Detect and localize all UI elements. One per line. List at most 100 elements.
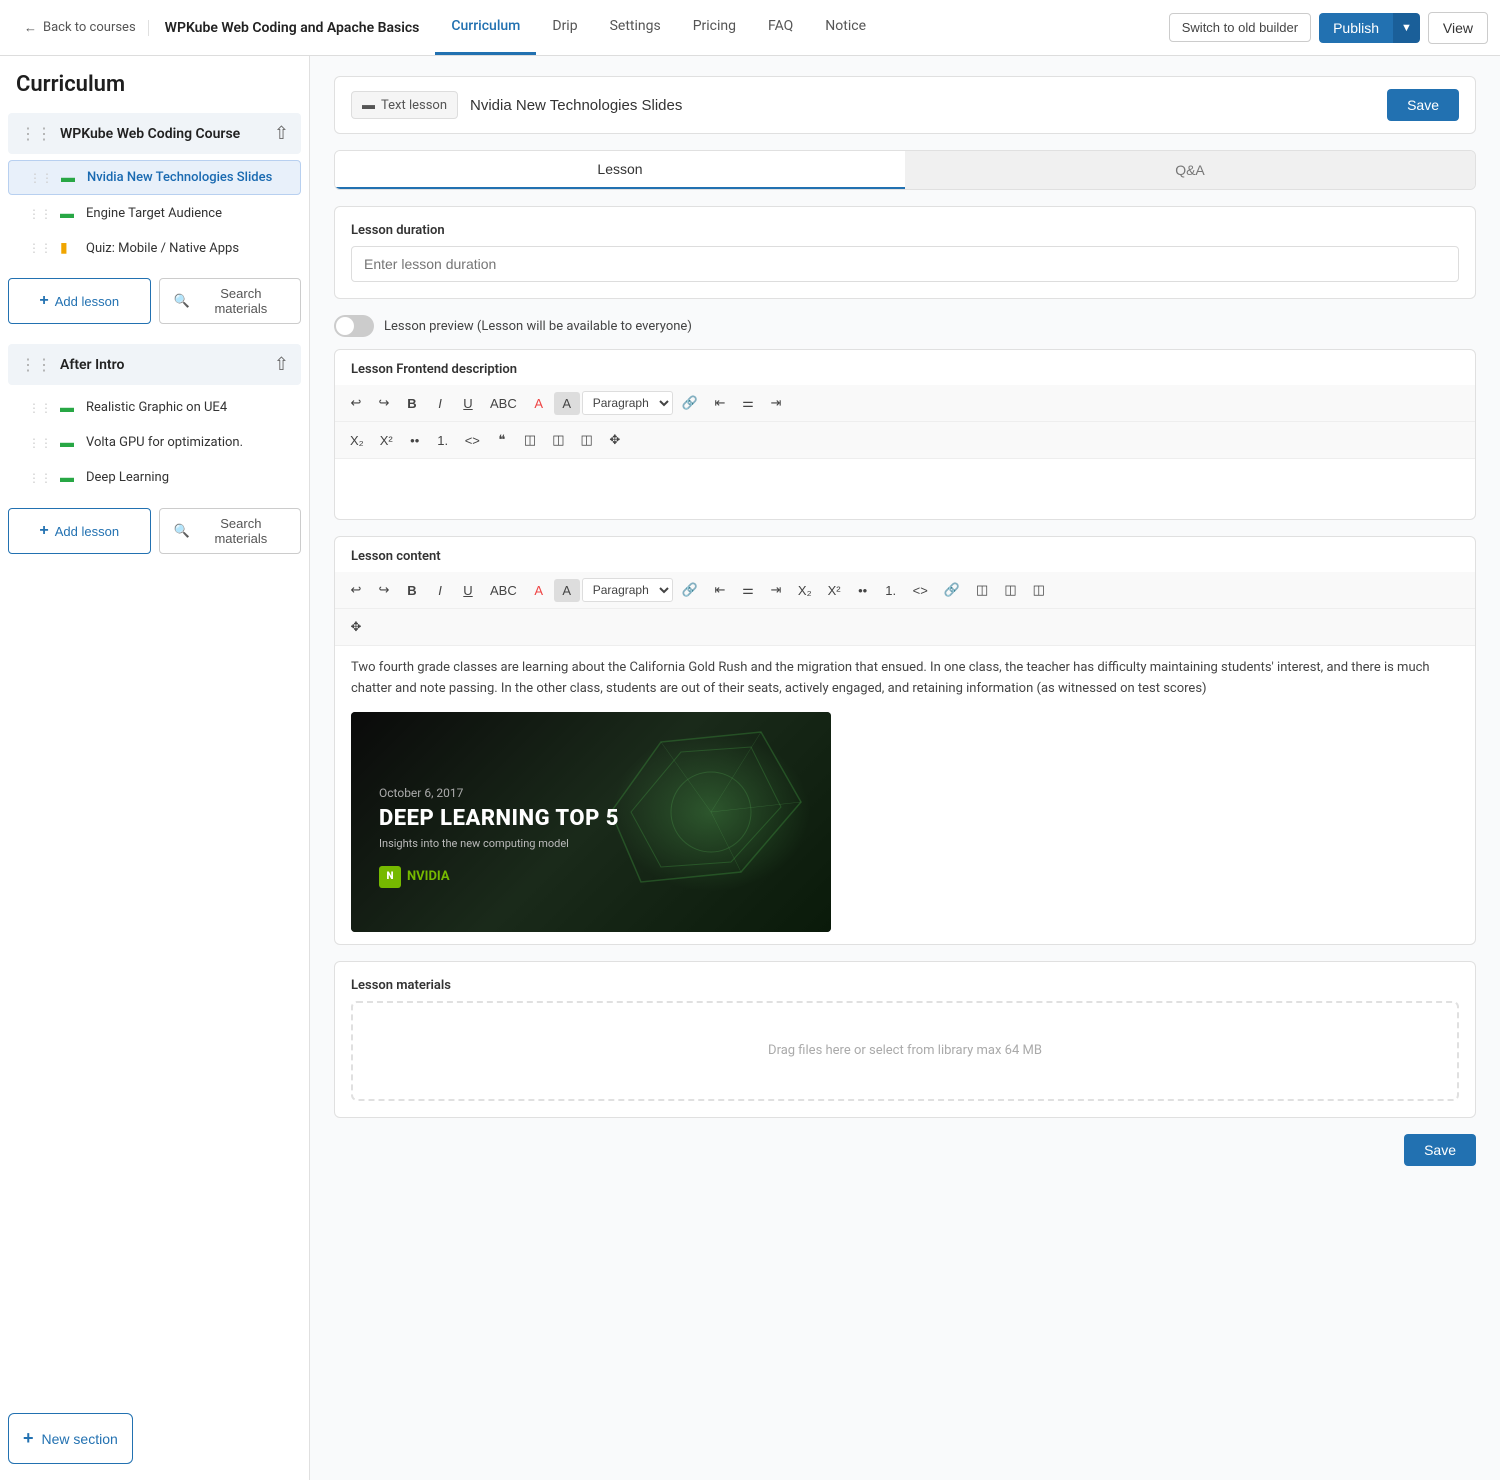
toolbar-ordered-list[interactable]: 1. [430,429,456,452]
add-lesson-label-1: Add lesson [55,294,119,309]
toolbar-code[interactable]: <> [458,429,487,452]
nvidia-slide-subtitle: Insights into the new computing model [379,837,803,850]
toolbar2-italic[interactable]: I [427,579,453,602]
preview-toggle[interactable] [334,315,374,337]
new-section-button[interactable]: + New section [8,1413,133,1464]
toolbar-highlight[interactable]: A [554,392,580,415]
view-button[interactable]: View [1428,12,1488,44]
lesson-item-quiz[interactable]: ⋮⋮ ▮ Quiz: Mobile / Native Apps [8,232,301,264]
tab-drip[interactable]: Drip [536,0,593,55]
nvidia-date: October 6, 2017 [379,786,803,800]
toolbar-image[interactable]: ◫ [574,428,600,452]
toolbar2-fullscreen[interactable]: ✥ [343,615,369,639]
tab-qa[interactable]: Q&A [905,151,1475,189]
toolbar-align-left[interactable]: ⇤ [707,391,733,415]
section-header-1[interactable]: ⋮⋮ WPKube Web Coding Course ⇧ [8,113,301,154]
save-button-bottom[interactable]: Save [1404,1134,1476,1166]
nav-right-actions: Switch to old builder Publish ▼ View [1169,12,1488,44]
search-materials-label-2: Search materials [196,516,286,546]
toolbar2-align-center[interactable]: ⚌ [735,578,761,602]
tab-lesson[interactable]: Lesson [335,151,905,189]
publish-dropdown-button[interactable]: ▼ [1393,13,1420,43]
toolbar2-link[interactable]: 🔗 [675,578,705,602]
toolbar2-underline[interactable]: U [455,579,481,602]
tab-curriculum[interactable]: Curriculum [435,0,536,55]
toolbar-underline[interactable]: U [455,392,481,415]
toolbar-italic[interactable]: I [427,392,453,415]
toolbar-align-right[interactable]: ⇥ [763,391,789,415]
toolbar-superscript[interactable]: X² [373,429,400,452]
switch-old-builder-button[interactable]: Switch to old builder [1169,13,1311,42]
toolbar2-redo[interactable]: ↪ [371,578,397,602]
section-1-title: WPKube Web Coding Course [60,126,240,142]
toolbar-font-color[interactable]: A [526,392,552,415]
search-materials-label-1: Search materials [196,286,286,316]
drag-handle-icon[interactable]: ⋮⋮ [20,124,52,143]
toolbar2-strikethrough[interactable]: ABC [483,579,524,602]
lesson-item-engine[interactable]: ⋮⋮ ▬ Engine Target Audience [8,197,301,230]
section-2-title: After Intro [60,357,124,373]
toolbar-media[interactable]: ◫ [545,428,571,452]
toolbar-blockquote[interactable]: ❝ [489,428,515,452]
toolbar-unordered-list[interactable]: •• [402,429,428,452]
tab-settings[interactable]: Settings [594,0,677,55]
duration-input[interactable] [351,246,1459,282]
toolbar2-code[interactable]: <> [906,579,935,602]
toolbar-redo[interactable]: ↪ [371,391,397,415]
toolbar-align-center[interactable]: ⚌ [735,391,761,415]
frontend-description-content[interactable] [335,459,1475,519]
toolbar2-font-color[interactable]: A [526,579,552,602]
save-button-top[interactable]: Save [1387,89,1459,121]
search-materials-button-2[interactable]: 🔍 Search materials [159,508,302,554]
toolbar-subscript[interactable]: X₂ [343,429,371,452]
lesson-item-volta[interactable]: ⋮⋮ ▬ Volta GPU for optimization. [8,426,301,459]
section-header-2[interactable]: ⋮⋮ After Intro ⇧ [8,344,301,385]
lesson-item-nvidia[interactable]: ⋮⋮ ▬ Nvidia New Technologies Slides [8,160,301,195]
toolbar2-bold[interactable]: B [399,579,425,602]
tab-notice[interactable]: Notice [809,0,882,55]
publish-button[interactable]: Publish [1319,13,1393,43]
toolbar-fullscreen[interactable]: ✥ [602,428,628,452]
tab-pricing[interactable]: Pricing [677,0,752,55]
lesson-type-badge[interactable]: ▬ Text lesson [351,91,458,119]
toolbar-strikethrough[interactable]: ABC [483,392,524,415]
toolbar2-superscript[interactable]: X² [821,579,848,602]
add-lesson-button-2[interactable]: + Add lesson [8,508,151,554]
text-lesson-icon: ▬ [60,205,78,222]
toolbar2-blockquote-link[interactable]: 🔗 [937,578,967,602]
toolbar-table[interactable]: ◫ [517,428,543,452]
toolbar2-paragraph-select[interactable]: Paragraph Heading 1 [582,578,673,602]
add-lesson-button-1[interactable]: + Add lesson [8,278,151,324]
toolbar2-media[interactable]: ◫ [997,578,1023,602]
plus-icon-2: + [39,522,48,540]
toolbar-link[interactable]: 🔗 [675,391,705,415]
lesson-title-input[interactable] [470,97,1375,114]
toolbar2-ordered-list[interactable]: 1. [878,579,904,602]
toolbar2-image[interactable]: ◫ [1026,578,1052,602]
search-materials-button-1[interactable]: 🔍 Search materials [159,278,302,324]
toolbar2-undo[interactable]: ↩ [343,578,369,602]
toolbar2-align-left[interactable]: ⇤ [707,578,733,602]
toolbar-undo[interactable]: ↩ [343,391,369,415]
content-footer: Save [334,1134,1476,1182]
section-2-collapse-icon[interactable]: ⇧ [274,354,289,375]
lesson-item-deeplearning[interactable]: ⋮⋮ ▬ Deep Learning [8,461,301,494]
nvidia-logo-text: NVIDIA [407,869,450,884]
toolbar2-highlight[interactable]: A [554,579,580,602]
toolbar2-subscript[interactable]: X₂ [791,579,819,602]
lesson-drag-icon: ⋮⋮ [28,401,52,415]
materials-drop-zone[interactable]: Drag files here or select from library m… [351,1001,1459,1101]
drag-handle-icon-2[interactable]: ⋮⋮ [20,355,52,374]
toolbar-paragraph-select[interactable]: Paragraph Heading 1 Heading 2 [582,391,673,415]
toolbar2-table[interactable]: ◫ [969,578,995,602]
section-after-intro: ⋮⋮ After Intro ⇧ ⋮⋮ ▬ Realistic Graphic … [0,344,309,566]
nvidia-slide-title: DEEP LEARNING TOP 5 [379,806,803,832]
lesson-content-body[interactable]: Two fourth grade classes are learning ab… [335,646,1475,944]
section-1-collapse-icon[interactable]: ⇧ [274,123,289,144]
toolbar2-unordered-list[interactable]: •• [850,579,876,602]
toolbar-bold[interactable]: B [399,392,425,415]
back-to-courses-link[interactable]: ← Back to courses [12,20,148,36]
tab-faq[interactable]: FAQ [752,0,809,55]
toolbar2-align-right[interactable]: ⇥ [763,578,789,602]
lesson-item-realistic[interactable]: ⋮⋮ ▬ Realistic Graphic on UE4 [8,391,301,424]
